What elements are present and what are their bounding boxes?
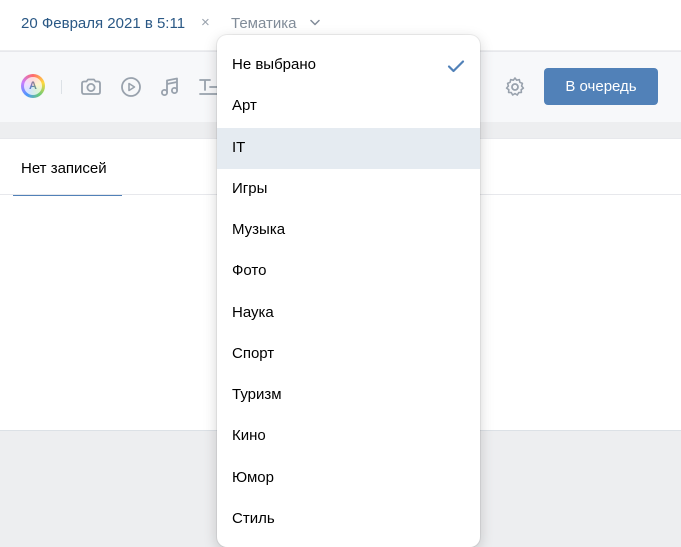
publish-date-link[interactable]: 20 Февраля 2021 в 5:11 bbox=[21, 15, 185, 32]
chevron-down-icon[interactable] bbox=[310, 19, 320, 26]
checkmark-icon bbox=[447, 60, 465, 73]
topic-option-science[interactable]: Наука bbox=[217, 293, 480, 334]
text-article-icon[interactable] bbox=[198, 75, 218, 99]
camera-icon[interactable] bbox=[79, 75, 103, 99]
topic-selector[interactable]: Тематика bbox=[231, 15, 296, 32]
option-label: Игры bbox=[232, 180, 268, 197]
video-icon[interactable] bbox=[119, 75, 143, 99]
settings-gear-icon[interactable] bbox=[503, 75, 527, 99]
option-label: Не выбрано bbox=[232, 56, 316, 73]
author-avatar-icon[interactable]: A bbox=[21, 74, 45, 98]
option-label: Фото bbox=[232, 262, 267, 279]
avatar-letter: A bbox=[24, 77, 42, 95]
topic-option-none[interactable]: Не выбрано bbox=[217, 45, 480, 86]
option-label: Музыка bbox=[232, 221, 286, 238]
option-label: Наука bbox=[232, 304, 274, 321]
topic-option-tourism[interactable]: Туризм bbox=[217, 375, 480, 416]
option-label: Юмор bbox=[232, 469, 274, 486]
option-label: Спорт bbox=[232, 345, 275, 362]
option-label: IT bbox=[232, 139, 246, 156]
music-icon[interactable] bbox=[158, 75, 182, 99]
topic-dropdown-menu: Не выбрано Арт IT Игры Музыка Фото Наука… bbox=[217, 35, 480, 547]
topic-option-sport[interactable]: Спорт bbox=[217, 334, 480, 375]
topic-option-style[interactable]: Стиль bbox=[217, 499, 480, 540]
topic-option-it[interactable]: IT bbox=[217, 128, 480, 169]
add-to-queue-button[interactable]: В очередь bbox=[544, 68, 658, 105]
option-label: Стиль bbox=[232, 510, 275, 527]
topic-option-music[interactable]: Музыка bbox=[217, 210, 480, 251]
option-label: Туризм bbox=[232, 386, 282, 403]
topic-option-photo[interactable]: Фото bbox=[217, 251, 480, 292]
option-label: Кино bbox=[232, 427, 266, 444]
tab-no-posts[interactable]: Нет записей bbox=[13, 139, 122, 196]
toolbar-divider bbox=[61, 80, 62, 94]
option-label: Арт bbox=[232, 97, 257, 114]
tab-label: Нет записей bbox=[21, 160, 107, 177]
clear-date-icon[interactable]: × bbox=[201, 14, 210, 31]
topic-option-cinema[interactable]: Кино bbox=[217, 416, 480, 457]
topic-option-games[interactable]: Игры bbox=[217, 169, 480, 210]
topic-option-humor[interactable]: Юмор bbox=[217, 458, 480, 499]
topic-option-art[interactable]: Арт bbox=[217, 86, 480, 127]
